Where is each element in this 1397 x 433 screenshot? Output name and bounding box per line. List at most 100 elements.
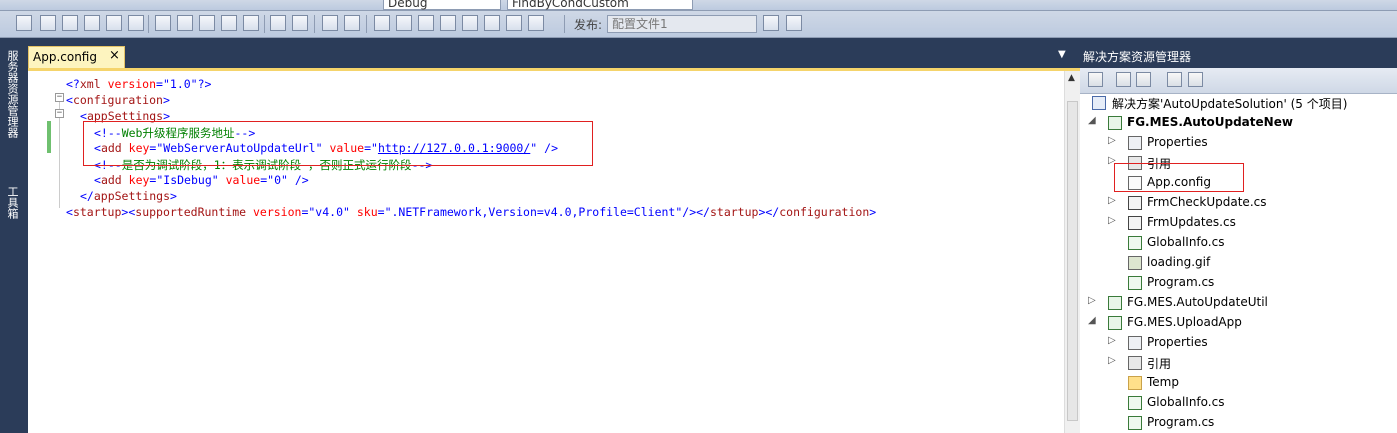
toolbar-button[interactable] <box>440 15 456 31</box>
solution-explorer: 解决方案资源管理器 解决方案'AutoUpdateSolution' (5 个项… <box>1080 38 1397 433</box>
toolbar-button[interactable] <box>62 15 78 31</box>
collapse-toggle-icon[interactable]: − <box>55 109 64 118</box>
toolbar-button[interactable] <box>16 15 32 31</box>
expand-arrow-icon[interactable]: ▷ <box>1108 135 1116 146</box>
scroll-up-icon[interactable]: ▲ <box>1068 73 1075 83</box>
toolbar-separator <box>564 15 565 33</box>
cs-icon <box>1128 416 1142 430</box>
view-code-button[interactable] <box>1167 72 1182 87</box>
code-token: version <box>246 205 302 219</box>
code-line: <?xml version="1.0"?> <box>66 77 211 91</box>
gif-icon <box>1128 256 1142 270</box>
chevron-down-icon[interactable]: ▼ <box>1058 49 1066 60</box>
document-area: App.config × ▼ − − <?xml version="1.0"?>… <box>22 38 1081 433</box>
show-all-files-button[interactable] <box>1116 72 1131 87</box>
toolbar-button[interactable] <box>763 15 779 31</box>
toolbar-button[interactable] <box>344 15 360 31</box>
view-designer-button[interactable] <box>1188 72 1203 87</box>
vertical-scrollbar[interactable]: ▲ <box>1064 71 1081 433</box>
cs-icon <box>1128 236 1142 250</box>
publish-profile-combo[interactable]: 配置文件1 <box>607 15 757 33</box>
collapse-arrow-icon[interactable]: ◢ <box>1088 115 1096 126</box>
toolbar-button[interactable] <box>84 15 100 31</box>
panel-title: 解决方案资源管理器 <box>1083 50 1192 64</box>
toolbar-separator <box>314 15 315 33</box>
expand-arrow-icon[interactable]: ▷ <box>1108 195 1116 206</box>
code-token: > <box>162 93 170 107</box>
tree-item-label: loading.gif <box>1147 255 1211 269</box>
tree-item-label: Properties <box>1147 135 1208 149</box>
toolbar-button[interactable] <box>462 15 478 31</box>
tree-item-label: FG.MES.UploadApp <box>1127 315 1242 329</box>
scrollbar-thumb[interactable] <box>1067 101 1078 421</box>
toolbar-button[interactable] <box>199 15 215 31</box>
toolbar-button[interactable] <box>322 15 338 31</box>
toolbar-button[interactable] <box>270 15 286 31</box>
toolbar-button[interactable] <box>396 15 412 31</box>
expand-arrow-icon[interactable]: ▷ <box>1108 355 1116 366</box>
toolbar-row-2: 发布: 配置文件1 <box>0 11 1397 38</box>
toolbar-button[interactable] <box>128 15 144 31</box>
code-line: <add key="IsDebug" value="0" /> <box>94 173 309 187</box>
toolbox-tab[interactable]: 工具箱 <box>2 186 20 219</box>
code-token: < <box>66 205 73 219</box>
code-token: startup <box>709 205 759 219</box>
properties-button[interactable] <box>1088 72 1103 87</box>
proj-icon <box>1108 316 1122 330</box>
toolbar-button[interactable] <box>786 15 802 31</box>
toolbar-button[interactable] <box>243 15 259 31</box>
code-token: supportedRuntime <box>135 205 247 219</box>
code-token: value <box>218 173 261 187</box>
csx-icon <box>1128 196 1142 210</box>
code-token: = <box>156 77 163 91</box>
refresh-button[interactable] <box>1136 72 1151 87</box>
panel-toolbar <box>1080 68 1397 94</box>
code-token: >< <box>121 205 136 219</box>
cs-icon <box>1128 276 1142 290</box>
expand-arrow-icon[interactable]: ▷ <box>1108 335 1116 346</box>
panel-header: 解决方案资源管理器 <box>1080 38 1397 68</box>
server-explorer-tab[interactable]: 服务器资源管理器 <box>2 50 20 138</box>
code-line: <startup><supportedRuntime version="v4.0… <box>66 205 876 219</box>
toolbar-button[interactable] <box>292 15 308 31</box>
code-line: </appSettings> <box>80 189 177 203</box>
expand-arrow-icon[interactable]: ▷ <box>1088 295 1096 306</box>
toolbar-button[interactable] <box>374 15 390 31</box>
tree-item-label: GlobalInfo.cs <box>1147 395 1225 409</box>
change-indicator <box>47 121 51 153</box>
code-token: appSettings <box>93 189 171 203</box>
toolbar-button[interactable] <box>177 15 193 31</box>
collapse-arrow-icon[interactable]: ◢ <box>1088 315 1096 326</box>
tree-item-label: Program.cs <box>1147 415 1215 429</box>
code-token: > <box>170 189 177 203</box>
tree-item-label: GlobalInfo.cs <box>1147 235 1225 249</box>
toolbar-button[interactable] <box>418 15 434 31</box>
toolbar-button[interactable] <box>155 15 171 31</box>
code-token: sku <box>349 205 378 219</box>
sol-icon <box>1092 96 1106 110</box>
collapse-toggle-icon[interactable]: − <box>55 93 64 102</box>
annotation-box <box>1114 163 1244 192</box>
code-editor[interactable]: − − <?xml version="1.0"?> <configuration>… <box>28 68 1081 433</box>
find-combo[interactable]: FindByCondCustom <box>507 0 693 10</box>
tree-item-label: 解决方案'AutoUpdateSolution' (5 个项目) <box>1112 97 1348 111</box>
toolbar-button[interactable] <box>106 15 122 31</box>
ref-icon <box>1128 356 1142 370</box>
expand-arrow-icon[interactable]: ▷ <box>1108 215 1116 226</box>
toolbar-button[interactable] <box>40 15 56 31</box>
solution-config-combo[interactable]: Debug <box>383 0 501 10</box>
toolbar-button[interactable] <box>506 15 522 31</box>
tree-item-label: FG.MES.AutoUpdateUtil <box>1127 295 1268 309</box>
close-icon[interactable]: × <box>109 48 120 63</box>
toolbar-button[interactable] <box>221 15 237 31</box>
toolbar-button[interactable] <box>484 15 500 31</box>
toolbar-button[interactable] <box>528 15 544 31</box>
code-token: ".NETFramework,Version=v4.0,Profile=Clie… <box>384 205 683 219</box>
outline-guide <box>59 118 60 208</box>
cs-icon <box>1128 396 1142 410</box>
code-token: "IsDebug" <box>156 173 219 187</box>
code-token: add <box>100 173 122 187</box>
tree-item-label: Program.cs <box>1147 275 1215 289</box>
tab-app-config[interactable]: App.config × <box>28 46 125 68</box>
proj-icon <box>1108 116 1122 130</box>
